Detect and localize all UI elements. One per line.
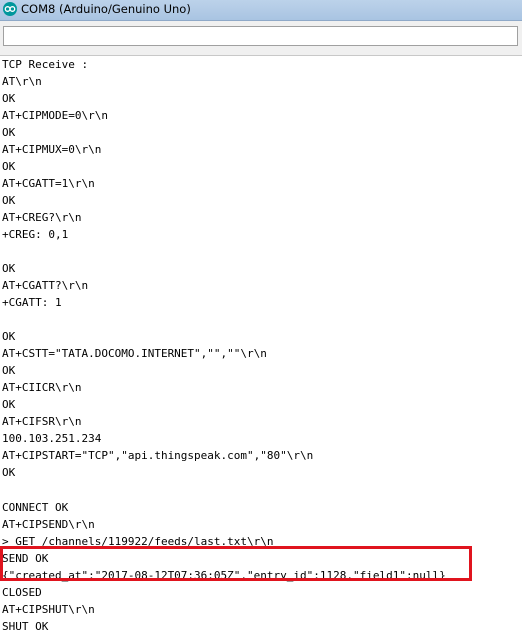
title-bar: COM8 (Arduino/Genuino Uno) (0, 0, 522, 21)
serial-line: AT+CGATT?\r\n (2, 279, 89, 293)
serial-line: AT+CIPSTART="TCP","api.thingspeak.com","… (2, 449, 314, 463)
serial-line: AT+CSTT="TATA.DOCOMO.INTERNET","",""\r\n (2, 347, 267, 361)
serial-line: AT\r\n (2, 75, 42, 89)
serial-line: OK (2, 398, 16, 412)
serial-line: OK (2, 126, 16, 140)
serial-line: AT+CIFSR\r\n (2, 415, 82, 429)
serial-output[interactable]: TCP Receive : AT\r\n OK AT+CIPMODE=0\r\n OK A… (0, 56, 522, 638)
serial-line: AT+CREG?\r\n (2, 211, 82, 225)
serial-line: OK (2, 92, 16, 106)
arduino-icon (3, 2, 17, 16)
serial-line: OK (2, 160, 16, 174)
serial-line: OK (2, 194, 16, 208)
command-bar (0, 21, 522, 56)
serial-line: OK (2, 262, 16, 276)
serial-line: SHUT OK (2, 619, 49, 633)
serial-line: +CREG: 0,1 (2, 228, 69, 242)
serial-line: 100.103.251.234 (2, 432, 102, 446)
serial-line: CONNECT OK (2, 500, 69, 514)
serial-line: TCP Receive : (2, 58, 89, 71)
serial-line: AT+CIPMUX=0\r\n (2, 143, 102, 157)
serial-input[interactable] (3, 26, 518, 46)
serial-line: CLOSED (2, 585, 42, 599)
serial-line: AT+CIPSHUT\r\n (2, 602, 95, 616)
serial-line: AT+CIPMODE=0\r\n (2, 109, 108, 123)
serial-line: AT+CIICR\r\n (2, 381, 82, 395)
serial-line: AT+CIPSEND\r\n (2, 517, 95, 531)
serial-line: OK (2, 330, 16, 344)
response-highlight (0, 546, 472, 581)
window-title: COM8 (Arduino/Genuino Uno) (21, 2, 191, 16)
serial-line: +CGATT: 1 (2, 296, 62, 310)
serial-line: AT+CGATT=1\r\n (2, 177, 95, 191)
serial-line: OK (2, 364, 16, 378)
serial-line: OK (2, 466, 16, 480)
